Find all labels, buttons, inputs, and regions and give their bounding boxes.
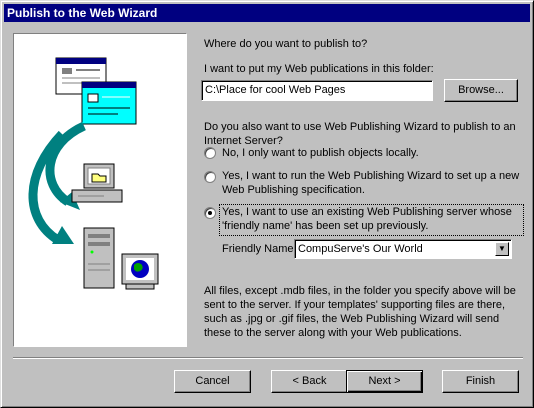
friendly-name-value: CompuServe's Our World: [298, 243, 423, 255]
curved-arrow-icon: [28, 121, 87, 244]
server-tower-icon: [83, 227, 115, 289]
separator: [13, 357, 523, 359]
radio-option-existing-server[interactable]: [204, 207, 216, 219]
info-text: All files, except .mdb files, in the fol…: [204, 285, 516, 339]
server-question: Do you also want to use Web Publishing W…: [204, 121, 516, 147]
radio-option-new-spec[interactable]: [204, 171, 216, 183]
browse-button[interactable]: Browse...: [444, 79, 518, 102]
option-local-label[interactable]: No, I only want to publish objects local…: [222, 147, 419, 159]
cancel-button[interactable]: Cancel: [174, 370, 251, 393]
radio-option-local[interactable]: [204, 147, 216, 159]
next-button[interactable]: Next >: [346, 370, 423, 393]
folder-label: I want to put my Web publications in thi…: [204, 63, 434, 75]
finish-button[interactable]: Finish: [442, 370, 519, 393]
wizard-window: Publish to the Web Wizard Where do you w…: [0, 0, 534, 408]
option-existing-server-label[interactable]: Yes, I want to use an existing Web Publi…: [222, 205, 522, 233]
chevron-down-icon[interactable]: ▼: [495, 242, 509, 256]
title-bar: Publish to the Web Wizard: [4, 4, 530, 22]
back-button[interactable]: < Back: [271, 370, 348, 393]
radio-selected-dot: [208, 211, 212, 215]
option-new-spec-label[interactable]: Yes, I want to run the Web Publishing Wi…: [222, 169, 522, 197]
globe-monitor-icon: [121, 253, 159, 290]
friendly-name-combobox[interactable]: CompuServe's Our World ▼: [294, 239, 512, 259]
folder-path-value: C:\Place for cool Web Pages: [205, 84, 346, 96]
web-pages-icon: [55, 57, 137, 125]
illustration: [28, 57, 159, 290]
folder-path-input[interactable]: C:\Place for cool Web Pages: [201, 80, 433, 101]
friendly-name-label: Friendly Name: [222, 243, 294, 255]
question-heading: Where do you want to publish to?: [204, 38, 368, 50]
illustration-panel: [13, 33, 187, 347]
folder-computer-icon: [71, 163, 123, 203]
